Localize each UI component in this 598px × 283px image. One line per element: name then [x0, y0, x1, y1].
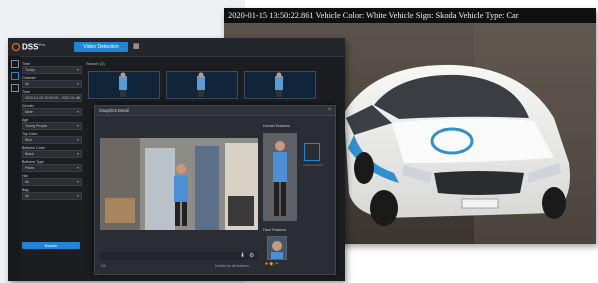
scene-photo — [100, 138, 258, 230]
filter-top-color: Top Color Blue — [22, 132, 82, 144]
logo-text: DSS — [22, 42, 39, 52]
settings-icon[interactable]: ⚙ — [249, 253, 255, 259]
filter-channel: Channel All — [22, 76, 82, 88]
close-icon[interactable]: × — [328, 106, 331, 115]
dialog-title: Snapshot Detail — [95, 106, 335, 116]
filter-gender: Gender Male — [22, 104, 82, 116]
filter-select[interactable]: Blue — [22, 136, 82, 144]
filter-bottoms-type: Bottoms Type Pants — [22, 160, 82, 172]
thumbnail-strip — [86, 71, 341, 99]
filter-bag: Bag All — [22, 188, 82, 200]
result-thumbnail[interactable] — [244, 71, 316, 99]
feature-panel: Feature details — [298, 143, 328, 183]
logo-ring-icon — [12, 42, 20, 51]
tab-video-detection[interactable]: Video Detection — [74, 42, 128, 52]
filter-select[interactable]: Young People — [22, 122, 82, 130]
filter-panel: TimeToday ChannelAll Time2020-01-09 10:0… — [22, 60, 82, 277]
filter-select[interactable]: Today — [22, 66, 82, 74]
person-thumbnail-image — [275, 72, 283, 97]
person-icon[interactable] — [11, 72, 19, 80]
filter-select[interactable]: 2020-01-09 10:00:00 - 2020-01-09 23:59:5… — [22, 94, 82, 102]
filter-age: Age Young People — [22, 118, 82, 130]
filter-time: Time Today — [22, 62, 82, 74]
dss-logo: DSSPro — [12, 42, 45, 52]
attribute-tag-icons: ● ◆ ✂ — [265, 261, 279, 267]
filter-time-range: Time2020-01-09 10:00:00 - 2020-01-09 23:… — [22, 90, 82, 102]
dss-app-window: DSSPro Video Detection ▦ TimeToday Chann… — [8, 38, 345, 281]
human-features-title: Human Features — [263, 124, 290, 128]
dialog-footer-left: 0/0 — [101, 264, 106, 268]
human-crop-image — [263, 133, 297, 221]
search-button[interactable]: Search — [22, 242, 80, 249]
face-features-title: Face Features — [263, 228, 287, 232]
search-icon[interactable] — [11, 60, 19, 68]
filter-select[interactable]: Pants — [22, 164, 82, 172]
logo-sup: Pro — [38, 42, 46, 47]
vehicle-overlay-text: 2020-01-15 13:50:22.861 Vehicle Color: W… — [224, 8, 596, 23]
list-icon[interactable] — [11, 84, 19, 92]
snapshot-detail-dialog: Snapshot Detail × ⬇ ⚙ 0/0 Details for al… — [94, 105, 336, 275]
feature-box — [304, 143, 320, 161]
download-icon[interactable]: ⬇ — [240, 253, 246, 259]
face-crop-photo — [268, 237, 286, 259]
person-thumbnail-image — [197, 72, 205, 97]
result-thumbnail[interactable] — [88, 71, 160, 99]
face-crop-image — [267, 236, 287, 260]
filter-select[interactable]: Male — [22, 108, 82, 116]
filter-select[interactable]: All — [22, 192, 82, 200]
result-thumbnail[interactable] — [166, 71, 238, 99]
grid-icon[interactable]: ▦ — [133, 43, 140, 50]
filter-hat: Hat All — [22, 174, 82, 186]
filter-select[interactable]: All — [22, 80, 82, 88]
feature-caption: Feature details — [303, 163, 323, 167]
human-crop-photo — [264, 134, 296, 220]
filter-bottoms-color: Bottoms Color Black — [22, 146, 82, 158]
results-header: Search (3) — [86, 61, 105, 66]
filter-select[interactable]: Black — [22, 150, 82, 158]
app-header: DSSPro Video Detection ▦ — [8, 38, 345, 57]
snapshot-scene-image[interactable] — [100, 138, 258, 230]
dialog-footer-right: Details for all features — [215, 264, 249, 268]
person-thumbnail-image — [119, 72, 127, 97]
playback-bar[interactable] — [100, 252, 258, 260]
results-panel: Search (3) Snapshot Detail × ⬇ ⚙ 0/0 Det… — [86, 60, 341, 277]
left-rail — [8, 56, 20, 281]
filter-select[interactable]: All — [22, 178, 82, 186]
